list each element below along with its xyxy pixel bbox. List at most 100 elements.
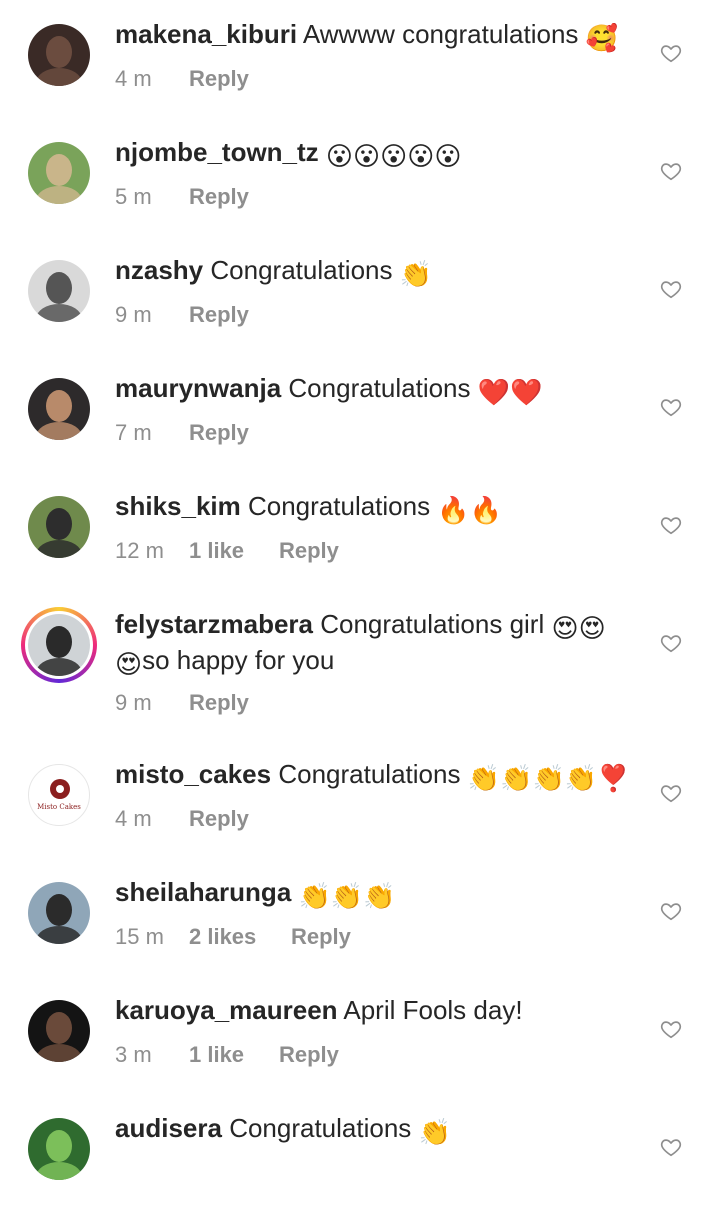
comment-meta: 3 m 1 like Reply [115, 1042, 339, 1068]
avatar[interactable] [28, 614, 90, 676]
avatar-photo-body [36, 540, 82, 558]
avatar-photo [46, 272, 72, 304]
avatar-photo [46, 894, 72, 926]
comment-text: misto_cakes Congratulations 👏👏👏👏❣️ [115, 758, 645, 794]
avatar[interactable] [28, 260, 90, 322]
heart-outline-icon[interactable] [660, 514, 682, 536]
comment-username[interactable]: nzashy [115, 255, 203, 285]
reply-button[interactable]: Reply [279, 538, 339, 564]
comment-emoji: 😮😮😮😮😮 [325, 141, 462, 171]
comment-item: sheilaharunga 👏👏👏 15 m 2 likes Reply [0, 876, 720, 986]
avatar[interactable] [28, 882, 90, 944]
comment-username[interactable]: audisera [115, 1113, 222, 1143]
heart-outline-icon[interactable] [660, 278, 682, 300]
heart-outline-icon[interactable] [660, 1136, 682, 1158]
comment-meta: 15 m 2 likes Reply [115, 924, 351, 950]
comment-meta: 5 m Reply [115, 184, 249, 210]
comment-likes-count[interactable]: 1 like [189, 1042, 279, 1068]
comment-meta: 7 m Reply [115, 420, 249, 446]
avatar-photo [46, 36, 72, 68]
comment-timestamp: 9 m [115, 302, 152, 327]
comment-text: audisera Congratulations 👏 [115, 1112, 645, 1148]
comment-item: makena_kiburi Awwww congratulations 🥰 4 m… [0, 18, 720, 128]
avatar-photo-body [36, 926, 82, 944]
comment-item: karuoya_maureen April Fools day! 3 m 1 lik… [0, 994, 720, 1104]
heart-outline-icon[interactable] [660, 160, 682, 182]
comment-item: shiks_kim Congratulations 🔥🔥 12 m 1 like Re… [0, 490, 720, 600]
comment-username[interactable]: karuoya_maureen [115, 995, 338, 1025]
comment-emoji: 😍😍 [551, 613, 606, 643]
avatar-photo [46, 154, 72, 186]
avatar-photo [46, 508, 72, 540]
comment-timestamp: 9 m [115, 690, 152, 715]
avatar[interactable] [28, 1000, 90, 1062]
comment-timestamp: 4 m [115, 66, 152, 91]
comment-meta: 9 m Reply [115, 690, 249, 716]
avatar[interactable] [28, 24, 90, 86]
comment-likes-count[interactable]: 1 like [189, 538, 279, 564]
heart-outline-icon[interactable] [660, 632, 682, 654]
avatar[interactable] [28, 1118, 90, 1180]
comment-username[interactable]: maurynwanja [115, 373, 281, 403]
comment-meta: 12 m 1 like Reply [115, 538, 339, 564]
comment-body: Congratulations [210, 255, 393, 285]
heart-outline-icon[interactable] [660, 1018, 682, 1040]
comment-body: Congratulations [247, 491, 431, 521]
comment-text: shiks_kim Congratulations 🔥🔥 [115, 490, 645, 526]
avatar-photo-body [36, 68, 82, 86]
cake-logo-icon [50, 779, 70, 799]
avatar[interactable] [28, 142, 90, 204]
comment-likes-count[interactable]: 2 likes [189, 924, 291, 950]
reply-button[interactable]: Reply [189, 690, 249, 716]
comment-item: audisera Congratulations 👏 [0, 1112, 720, 1222]
avatar-photo-body [36, 658, 82, 676]
comment-text: nzashy Congratulations 👏 [115, 254, 645, 290]
avatar-photo-body [36, 186, 82, 204]
comment-meta: 4 m Reply [115, 806, 249, 832]
comment-username[interactable]: makena_kiburi [115, 19, 297, 49]
comment-username[interactable]: sheilaharunga [115, 877, 291, 907]
comment-item: njombe_town_tz 😮😮😮😮😮 5 m Reply [0, 136, 720, 246]
comment-username[interactable]: shiks_kim [115, 491, 241, 521]
comment-timestamp: 3 m [115, 1042, 152, 1067]
comment-item: Misto Cakes misto_cakes Congratulations 👏… [0, 758, 720, 868]
comment-emoji: 👏 [418, 1117, 451, 1147]
reply-button[interactable]: Reply [189, 184, 249, 210]
comment-emoji: 👏👏👏 [298, 881, 396, 911]
comment-meta: 9 m Reply [115, 302, 249, 328]
comment-body-continued: so happy for you [142, 645, 335, 675]
reply-button[interactable]: Reply [279, 1042, 339, 1068]
logo-text: Misto Cakes [37, 803, 81, 811]
avatar-photo-body [36, 1162, 82, 1180]
avatar-photo [46, 390, 72, 422]
avatar-photo-body [36, 422, 82, 440]
heart-outline-icon[interactable] [660, 900, 682, 922]
reply-button[interactable]: Reply [189, 66, 249, 92]
avatar[interactable] [28, 378, 90, 440]
reply-button[interactable]: Reply [189, 420, 249, 446]
avatar-photo-body [36, 304, 82, 322]
story-ring[interactable] [21, 607, 97, 683]
reply-button[interactable]: Reply [189, 806, 249, 832]
comment-body: April Fools day! [343, 995, 523, 1025]
comment-username[interactable]: misto_cakes [115, 759, 271, 789]
reply-button[interactable]: Reply [189, 302, 249, 328]
avatar[interactable] [28, 496, 90, 558]
heart-outline-icon[interactable] [660, 396, 682, 418]
avatar-photo [46, 1012, 72, 1044]
comment-text: sheilaharunga 👏👏👏 [115, 876, 645, 912]
comment-item: nzashy Congratulations 👏 9 m Reply [0, 254, 720, 364]
comment-username[interactable]: njombe_town_tz [115, 137, 319, 167]
comment-timestamp: 4 m [115, 806, 152, 831]
reply-button[interactable]: Reply [291, 924, 351, 950]
comment-body: Congratulations girl [320, 609, 545, 639]
avatar[interactable]: Misto Cakes [28, 764, 90, 826]
heart-outline-icon[interactable] [660, 42, 682, 64]
comment-username[interactable]: felystarzmabera [115, 609, 313, 639]
avatar-photo [46, 626, 72, 658]
comment-emoji: ❤️❤️ [477, 377, 543, 407]
comment-body: Awwww congratulations [302, 19, 579, 49]
heart-outline-icon[interactable] [660, 782, 682, 804]
comment-timestamp: 5 m [115, 184, 152, 209]
comment-text: njombe_town_tz 😮😮😮😮😮 [115, 136, 645, 172]
